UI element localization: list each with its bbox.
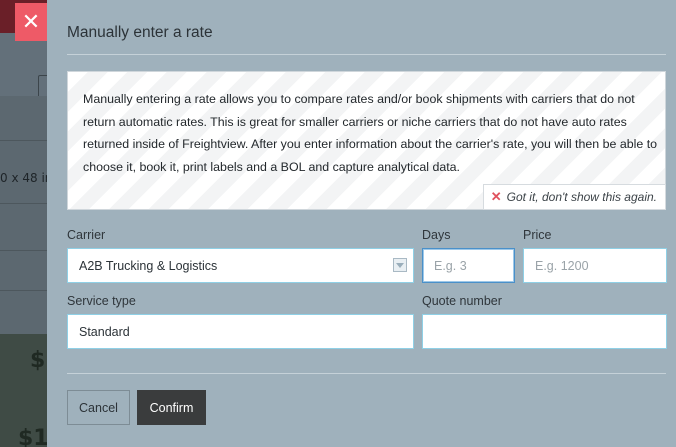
confirm-button[interactable]: Confirm <box>137 390 206 425</box>
service-type-label: Service type <box>67 294 136 308</box>
footer-divider <box>67 373 666 374</box>
background-amount: $16 <box>18 426 47 447</box>
chevron-down-icon[interactable] <box>393 258 407 272</box>
quote-number-input[interactable] <box>422 314 667 349</box>
background-divider <box>0 250 47 251</box>
background-divider <box>0 140 47 141</box>
background-amount: $1 <box>30 348 47 373</box>
carrier-select[interactable]: A2B Trucking & Logistics <box>67 248 414 283</box>
carrier-value: A2B Trucking & Logistics <box>79 258 218 273</box>
close-button[interactable]: ✕ <box>15 3 47 41</box>
close-icon: ✕ <box>490 189 502 204</box>
service-type-input[interactable]: Standard <box>67 314 414 349</box>
close-icon: ✕ <box>21 9 41 35</box>
price-input[interactable]: E.g. 1200 <box>523 248 667 283</box>
info-text: Manually entering a rate allows you to c… <box>83 92 658 174</box>
background-dimension-text: 0 x 48 in <box>0 171 47 185</box>
days-input[interactable]: E.g. 3 <box>422 248 515 283</box>
background-divider <box>0 290 47 291</box>
quote-number-label: Quote number <box>422 294 502 308</box>
cancel-button[interactable]: Cancel <box>67 390 130 425</box>
dismiss-info-label: Got it, don't show this again. <box>506 190 657 204</box>
carrier-label: Carrier <box>67 228 106 242</box>
manual-rate-modal: Manually enter a rate Manually entering … <box>47 0 676 447</box>
background-toolbar <box>0 33 47 99</box>
title-divider <box>67 54 666 55</box>
dismiss-info-button[interactable]: ✕ Got it, don't show this again. <box>482 184 666 210</box>
background-divider <box>0 203 47 204</box>
info-panel: Manually entering a rate allows you to c… <box>67 71 666 210</box>
background-page: 0 x 48 in $1 $16 <box>0 0 47 447</box>
background-price-panel: $1 $16 <box>0 334 47 447</box>
price-label: Price <box>523 228 552 242</box>
background-content <box>0 96 47 334</box>
modal-title: Manually enter a rate <box>67 24 213 41</box>
days-label: Days <box>422 228 451 242</box>
